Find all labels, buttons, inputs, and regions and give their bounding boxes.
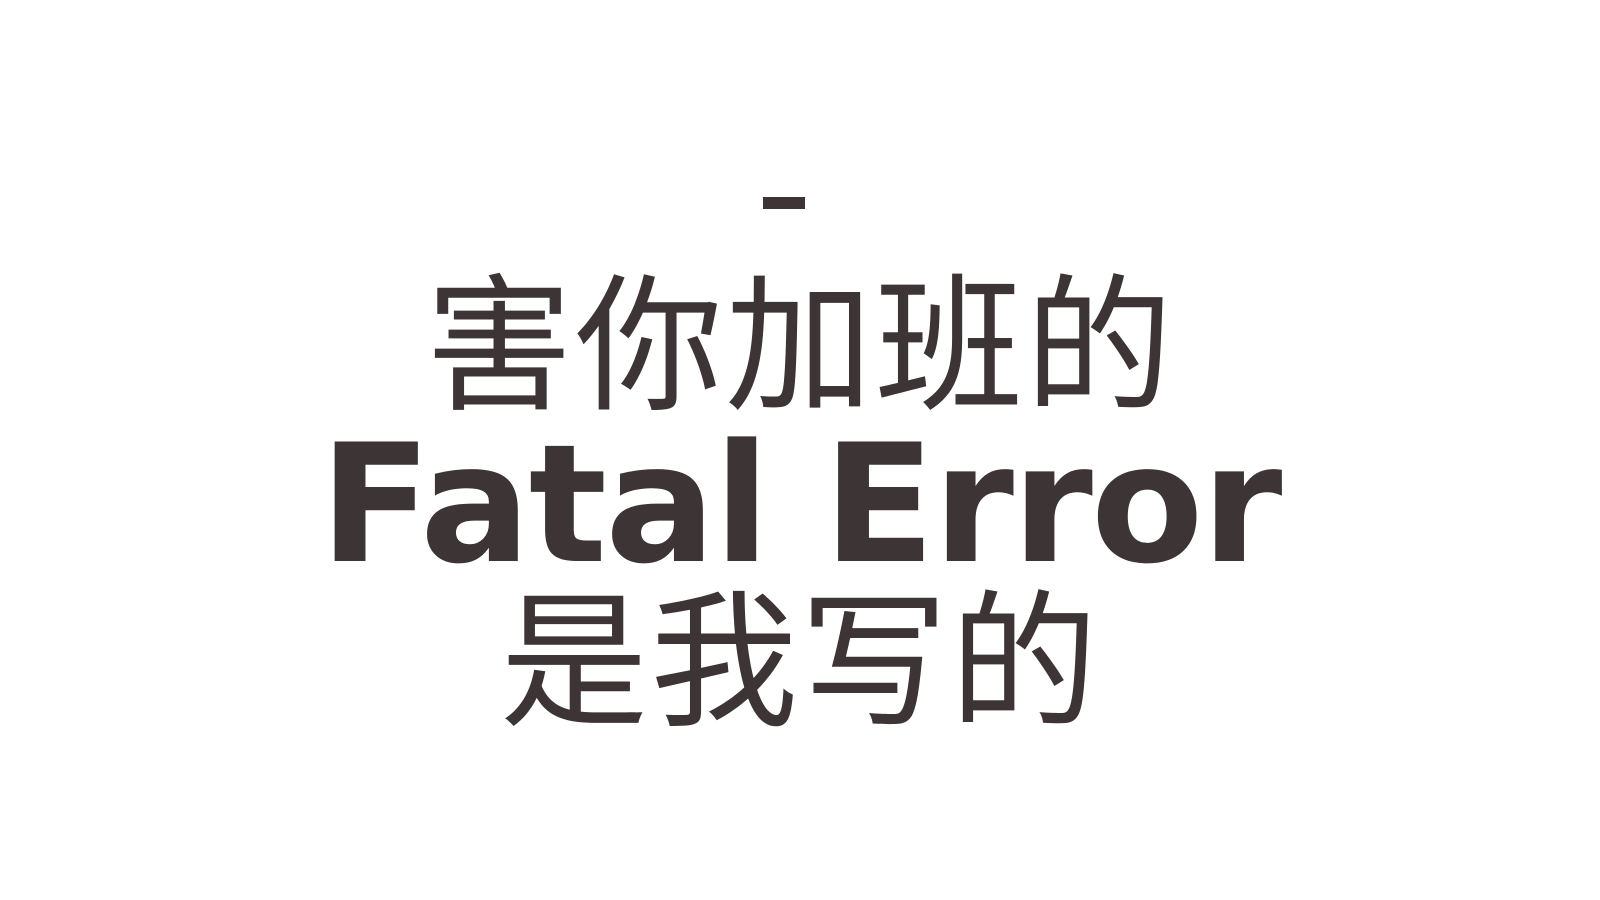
dash-decoration (763, 197, 805, 209)
headline-line-2: Fatal Error (319, 409, 1283, 600)
headline-line-1: 害你加班的 (425, 261, 1175, 433)
headline-line-3: 是我写的 (500, 577, 1100, 749)
